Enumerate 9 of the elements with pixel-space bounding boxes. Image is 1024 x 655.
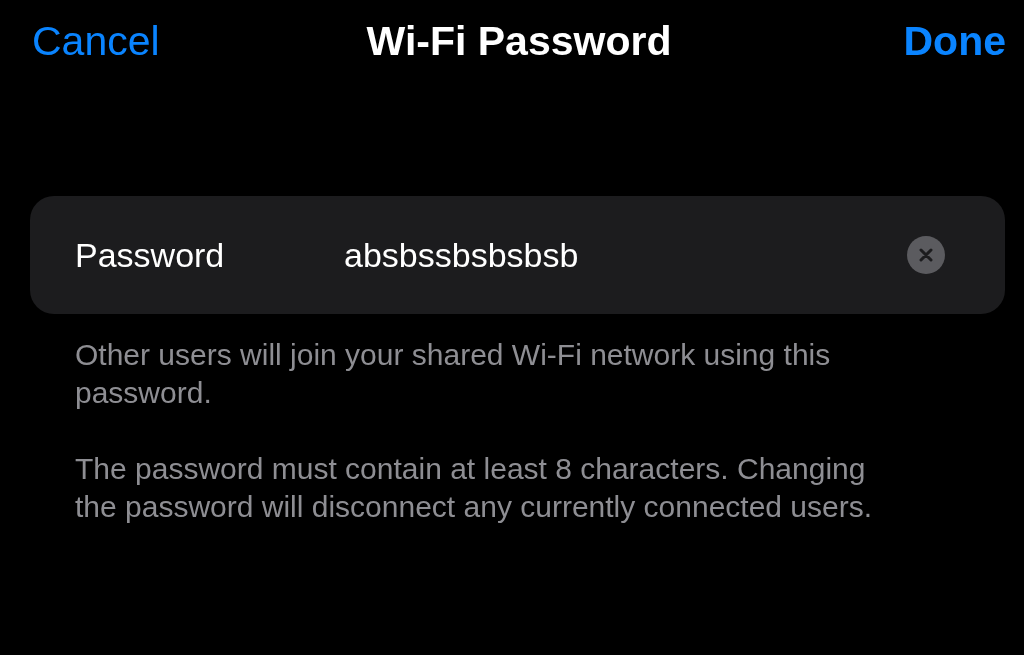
field-label: Password <box>75 235 226 275</box>
nav-title: Wi-Fi Password <box>366 17 672 65</box>
clear-button[interactable] <box>907 236 945 274</box>
cancel-button[interactable]: Cancel <box>32 17 160 65</box>
done-button[interactable]: Done <box>903 17 1006 65</box>
close-icon <box>918 247 934 263</box>
password-field[interactable]: absbssbsbsbsb <box>344 235 907 275</box>
footer-note: The password must contain at least 8 characters. Changing the password will disconnect any currently connected users. <box>75 451 874 525</box>
footer-note: Other users will join your shared Wi-Fi network using this password. <box>75 337 832 411</box>
